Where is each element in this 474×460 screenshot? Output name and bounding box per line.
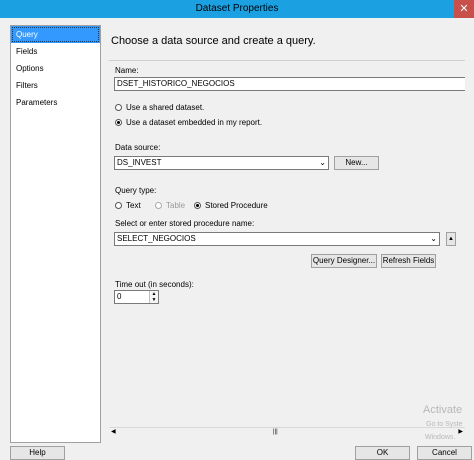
radio-stored-procedure[interactable]: Stored Procedure [194,201,268,210]
close-button[interactable]: ✕ [454,0,474,18]
radio-table-label: Table [166,201,186,210]
sidebar-item-filters[interactable]: Filters [11,77,100,94]
chevron-down-icon: ⌄ [319,158,326,167]
querytype-label: Query type: [115,186,157,195]
parameter-button[interactable]: ▲ [446,232,456,246]
chevron-right-icon[interactable]: ▶ [458,428,463,435]
radio-embedded-label: Use a dataset embedded in my report. [126,118,263,127]
timeout-label: Time out (in seconds): [115,280,194,289]
radio-unchecked-icon [115,104,122,111]
radio-checked-icon [194,202,201,209]
radio-embedded-dataset[interactable]: Use a dataset embedded in my report. [115,118,262,127]
vertical-scrollbar[interactable] [465,60,474,427]
watermark-line1: Activate [423,404,463,416]
sidebar-item-query[interactable]: Query [11,26,100,43]
page-heading: Choose a data source and create a query. [111,35,316,47]
scroll-thumb-icon[interactable]: ||| [273,429,283,435]
horizontal-scrollbar[interactable]: ◀ ||| ▶ [109,427,465,437]
sidebar-item-parameters[interactable]: Parameters [11,94,100,111]
datasource-label: Data source: [115,143,161,152]
spinner-arrows-icon[interactable]: ▲ ▼ [149,291,158,303]
timeout-value: 0 [117,292,122,301]
title-bar: Dataset Properties ✕ [0,0,474,18]
radio-shared-label: Use a shared dataset. [126,103,205,112]
window-title: Dataset Properties [195,3,279,14]
sidebar-item-fields[interactable]: Fields [11,43,100,60]
sp-value: SELECT_NEGOCIOS [117,234,196,243]
radio-checked-icon [115,119,122,126]
datasource-value: DS_INVEST [117,158,162,167]
radio-sp-label: Stored Procedure [205,201,268,210]
stored-procedure-dropdown[interactable]: SELECT_NEGOCIOS ⌄ [114,232,440,246]
timeout-stepper[interactable]: 0 ▲ ▼ [114,290,159,304]
new-datasource-button[interactable]: New... [334,156,379,170]
radio-table: Table [155,201,185,210]
chevron-left-icon[interactable]: ◀ [111,428,116,435]
watermark-line3: Windows. [425,434,456,441]
radio-unchecked-icon [115,202,122,209]
radio-shared-dataset[interactable]: Use a shared dataset. [115,103,204,112]
sidebar-nav: Query Fields Options Filters Parameters [10,25,101,443]
name-field[interactable]: DSET_HISTORICO_NEGOCIOS [114,77,470,91]
sp-label: Select or enter stored procedure name: [115,219,255,228]
query-panel [109,60,474,437]
radio-unchecked-icon [155,202,162,209]
chevron-down-icon: ⌄ [430,234,437,243]
datasource-dropdown[interactable]: DS_INVEST ⌄ [114,156,329,170]
sidebar-item-options[interactable]: Options [11,60,100,77]
radio-text[interactable]: Text [115,201,141,210]
radio-text-label: Text [126,201,141,210]
name-label: Name: [115,66,139,75]
watermark-line2: Go to Syste [426,421,463,428]
refresh-fields-button[interactable]: Refresh Fields [381,254,436,268]
query-designer-button[interactable]: Query Designer... [311,254,377,268]
